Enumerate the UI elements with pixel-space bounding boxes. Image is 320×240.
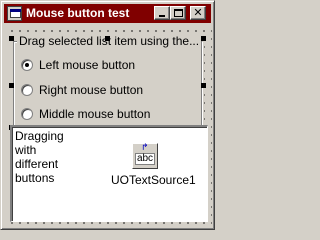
memo-line: Dragging	[15, 129, 64, 143]
maximize-button[interactable]	[170, 6, 186, 20]
selection-handle-top-right[interactable]	[201, 36, 206, 41]
memo-line: buttons	[15, 171, 55, 185]
title-bar[interactable]: Mouse button test ✕	[4, 4, 211, 23]
radio-selected-dot	[25, 63, 29, 67]
memo-line: different	[15, 157, 59, 171]
window-title: Mouse button test	[26, 6, 130, 20]
mouse-button-radio-group[interactable]: Drag selected list item using the... Lef…	[11, 34, 204, 130]
drag-arrow-icon: ↱	[141, 143, 149, 153]
radio-label: Right mouse button	[39, 83, 144, 97]
app-window: Mouse button test ✕ Drag selected list i…	[0, 0, 215, 230]
close-button[interactable]: ✕	[190, 6, 206, 20]
maximize-icon	[174, 9, 183, 17]
radio-label: Left mouse button	[39, 58, 136, 72]
selection-handle-middle-left[interactable]	[9, 83, 14, 88]
close-icon: ✕	[193, 6, 203, 19]
minimize-button[interactable]	[154, 6, 170, 20]
form-design-surface[interactable]: Drag selected list item using the... Lef…	[5, 24, 212, 227]
radio-circle[interactable]	[21, 59, 33, 71]
minimize-icon	[159, 15, 165, 17]
selection-handle-middle-right[interactable]	[201, 83, 206, 88]
component-name-label: UOTextSource1	[109, 173, 198, 188]
selection-handle-top-left[interactable]	[9, 36, 14, 41]
radio-label: Middle mouse button	[39, 107, 151, 121]
text-source-icon: abc	[135, 153, 155, 165]
radio-circle[interactable]	[21, 108, 33, 120]
text-source-component[interactable]: ↱ abc	[132, 143, 158, 169]
radio-circle[interactable]	[21, 84, 33, 96]
memo-line: with	[15, 143, 37, 157]
selection-handle-top-center[interactable]	[105, 36, 110, 41]
form-icon[interactable]	[7, 6, 22, 21]
